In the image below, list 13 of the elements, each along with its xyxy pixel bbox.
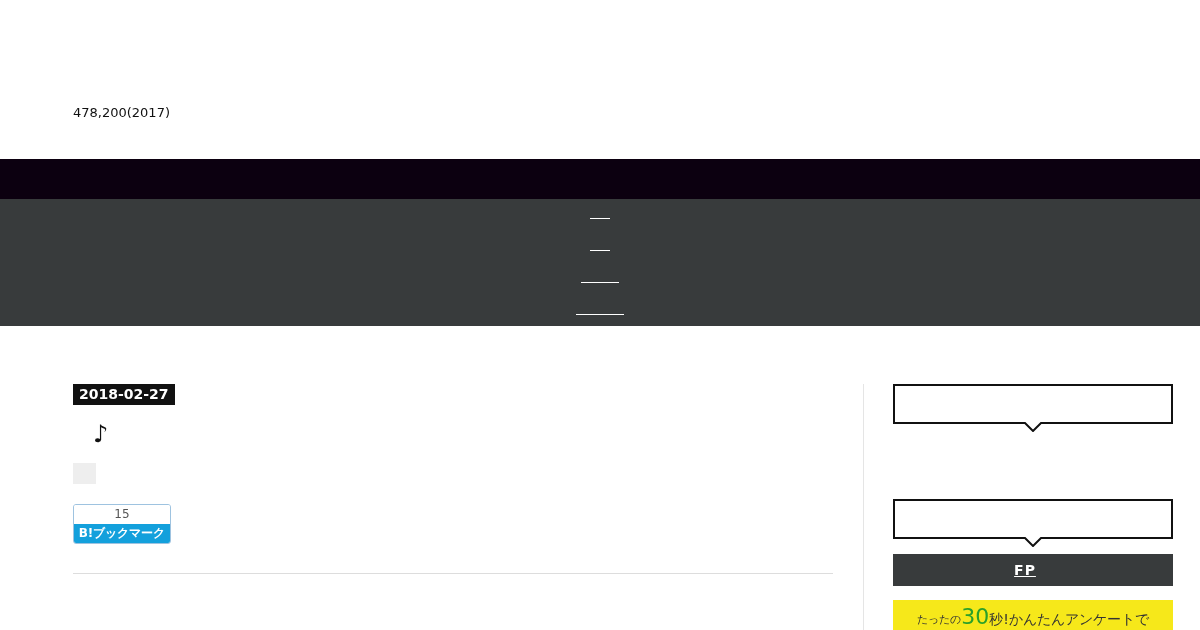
nav-link[interactable] [590,218,610,219]
post-title: ♪ [93,419,109,449]
post-date: 2018-02-27 [73,384,175,405]
nav-link[interactable] [581,282,619,283]
banner-number: 30 [961,604,990,630]
site-tagline: 478,200(2017) [73,105,170,120]
bookmark-button[interactable]: 15 B!ブックマーク [73,504,171,544]
survey-banner[interactable]: たったの30秒!かんたんアンケートで [893,600,1173,630]
fp-button[interactable]: FP [893,554,1173,586]
banner-text: たったの [917,613,962,628]
nav-link[interactable] [590,250,610,251]
nav-link[interactable] [576,314,624,315]
banner-text: 秒!かんたんアンケートで [989,611,1149,629]
